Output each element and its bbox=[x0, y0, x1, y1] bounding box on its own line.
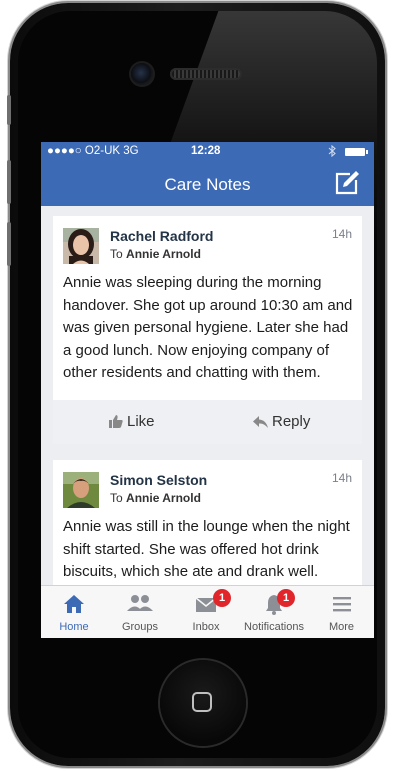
tab-more[interactable]: More bbox=[309, 586, 374, 638]
home-button-square-icon bbox=[192, 692, 212, 712]
recipient-prefix: To bbox=[110, 491, 123, 505]
avatar[interactable] bbox=[63, 472, 99, 508]
notes-feed[interactable]: Rachel Radford To Annie Arnold 14h Annie… bbox=[41, 206, 374, 586]
tab-bar: Home Groups 1 Inbox 1 Notifications More bbox=[41, 585, 374, 638]
carrier-signal: ●●●●○ O2-UK 3G bbox=[47, 145, 139, 157]
tab-label: More bbox=[328, 621, 355, 633]
note-timestamp: 14h bbox=[331, 227, 352, 241]
compose-icon[interactable] bbox=[333, 169, 361, 197]
thumbs-up-icon bbox=[109, 415, 123, 432]
volume-down-button bbox=[7, 222, 11, 266]
note-recipient: To Annie Arnold bbox=[110, 247, 201, 261]
recipient-name[interactable]: Annie Arnold bbox=[126, 491, 201, 505]
care-note-card: Simon Selston To Annie Arnold 14h Annie … bbox=[53, 460, 362, 586]
note-author[interactable]: Simon Selston bbox=[110, 472, 207, 488]
tab-label: Notifications bbox=[244, 621, 304, 633]
home-button[interactable] bbox=[160, 660, 246, 746]
tab-label: Inbox bbox=[192, 621, 220, 633]
notifications-badge: 1 bbox=[277, 589, 295, 607]
care-note-card: Rachel Radford To Annie Arnold 14h Annie… bbox=[53, 216, 362, 444]
avatar[interactable] bbox=[63, 228, 99, 264]
tab-notifications[interactable]: 1 Notifications bbox=[239, 586, 309, 638]
inbox-badge: 1 bbox=[213, 589, 231, 607]
note-timestamp: 14h bbox=[331, 471, 352, 485]
page-title: Care Notes bbox=[164, 175, 251, 194]
clock: 12:28 bbox=[191, 145, 221, 157]
tab-groups[interactable]: Groups bbox=[107, 586, 173, 638]
note-author[interactable]: Rachel Radford bbox=[110, 228, 213, 244]
like-label: Like bbox=[127, 413, 155, 430]
front-camera bbox=[131, 63, 153, 85]
note-actions: Like Reply bbox=[53, 400, 362, 444]
recipient-name[interactable]: Annie Arnold bbox=[126, 247, 201, 261]
reply-arrow-icon bbox=[253, 415, 268, 432]
mute-switch bbox=[7, 95, 11, 125]
note-body: Annie was sleeping during the morning ha… bbox=[63, 274, 353, 381]
note-body: Annie was still in the lounge when the n… bbox=[63, 518, 350, 586]
app-header: ●●●●○ O2-UK 3G 12:28 Care Notes bbox=[41, 142, 374, 206]
recipient-prefix: To bbox=[110, 247, 123, 261]
bluetooth-icon bbox=[328, 144, 336, 160]
tab-label: Groups bbox=[121, 621, 159, 633]
reply-button[interactable]: Reply bbox=[253, 413, 310, 432]
tab-home[interactable]: Home bbox=[41, 586, 107, 638]
tab-label: Home bbox=[59, 621, 89, 633]
volume-up-button bbox=[7, 160, 11, 204]
tab-inbox[interactable]: 1 Inbox bbox=[173, 586, 239, 638]
home-icon bbox=[63, 593, 85, 618]
groups-icon bbox=[126, 593, 154, 618]
menu-icon bbox=[331, 593, 353, 618]
like-button[interactable]: Like bbox=[109, 413, 155, 432]
app-screen: ●●●●○ O2-UK 3G 12:28 Care Notes Rachel R… bbox=[41, 142, 374, 638]
reply-label: Reply bbox=[272, 413, 311, 430]
status-bar: ●●●●○ O2-UK 3G 12:28 bbox=[47, 144, 368, 161]
earpiece-speaker bbox=[170, 68, 242, 80]
battery-icon bbox=[345, 148, 368, 156]
note-recipient: To Annie Arnold bbox=[110, 491, 201, 505]
